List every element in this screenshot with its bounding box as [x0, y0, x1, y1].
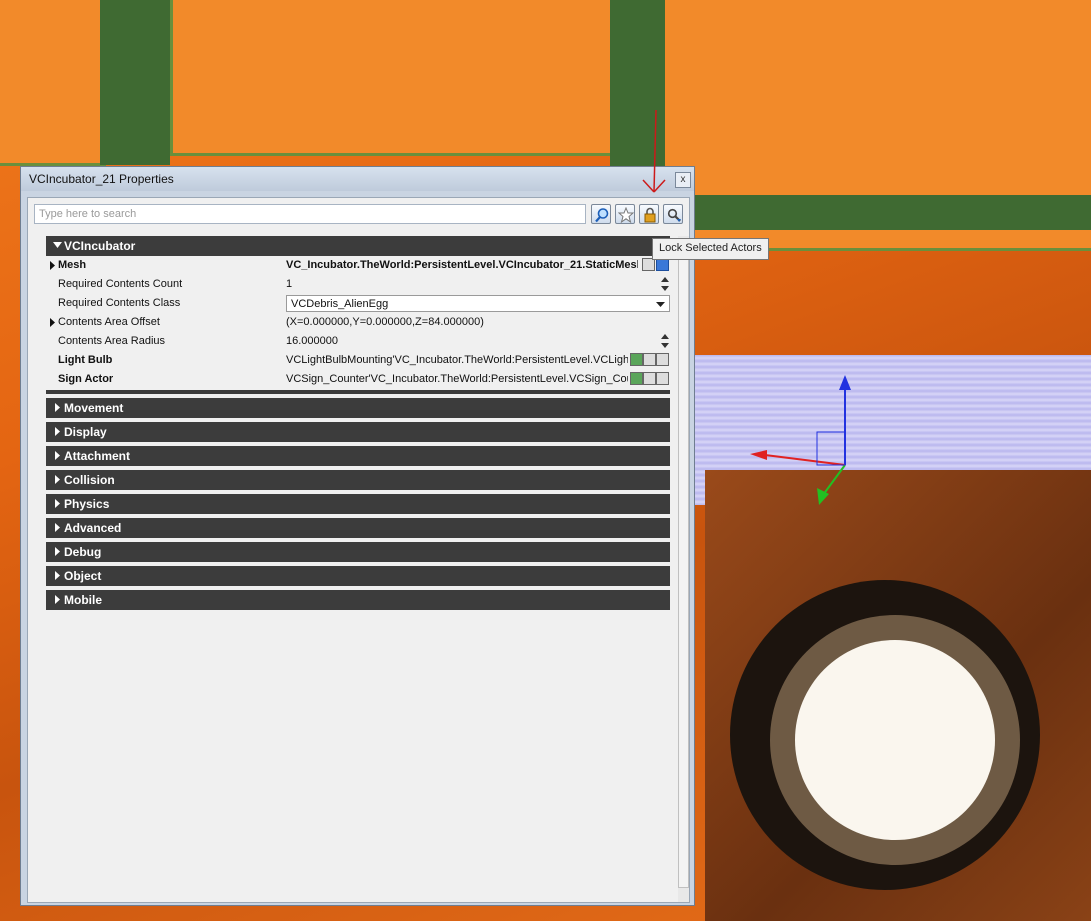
favorite-star-icon — [618, 207, 634, 223]
expand-arrow-icon — [55, 595, 60, 604]
search-input[interactable] — [34, 204, 586, 224]
property-row-mesh[interactable]: Mesh VC_Incubator.TheWorld:PersistentLev… — [46, 256, 670, 275]
search-toolbar — [28, 198, 689, 228]
lock-selected-actors-button[interactable] — [639, 204, 659, 224]
annotation-arrow — [642, 110, 666, 193]
category-footer — [46, 390, 670, 394]
category-collision[interactable]: Collision — [46, 470, 670, 490]
property-grid: VCIncubator Mesh VC_Incubator.TheWorld:P… — [46, 236, 670, 902]
window-titlebar[interactable]: VCIncubator_21 Properties x — [21, 167, 694, 191]
chevron-down-icon — [656, 302, 665, 307]
expand-arrow-icon[interactable] — [49, 261, 57, 270]
category-label: Debug — [64, 545, 102, 559]
category-vcincubator[interactable]: VCIncubator — [46, 236, 670, 256]
viewport-orange-panel — [0, 0, 106, 166]
category-display[interactable]: Display — [46, 422, 670, 442]
favorites-button[interactable] — [615, 204, 635, 224]
category-advanced[interactable]: Advanced — [46, 518, 670, 538]
category-label: Display — [64, 425, 107, 439]
category-object[interactable]: Object — [46, 566, 670, 586]
category-label: Collision — [64, 473, 115, 487]
category-attachment[interactable]: Attachment — [46, 446, 670, 466]
category-physics[interactable]: Physics — [46, 494, 670, 514]
property-row-sign-actor[interactable]: Sign Actor VCSign_Counter'VC_Incubator.T… — [46, 370, 670, 389]
spinner-icon[interactable] — [660, 333, 670, 349]
expand-arrow-icon — [55, 547, 60, 556]
property-row-required-contents-count[interactable]: Required Contents Count 1 — [46, 275, 670, 294]
property-row-contents-area-radius[interactable]: Contents Area Radius 16.000000 — [46, 332, 670, 351]
property-row-contents-area-offset[interactable]: Contents Area Offset (X=0.000000,Y=0.000… — [46, 313, 670, 332]
window-title: VCIncubator_21 Properties — [29, 172, 174, 186]
category-label: Object — [64, 569, 102, 583]
viewport-green-beam — [695, 195, 1091, 230]
expand-arrow-icon — [55, 403, 60, 412]
viewport-green-beam — [100, 0, 170, 165]
close-icon[interactable]: x — [675, 172, 691, 188]
property-name: Mesh — [58, 259, 87, 271]
spinner-icon[interactable] — [660, 276, 670, 292]
expand-arrow-icon — [55, 571, 60, 580]
expand-arrow-icon — [55, 451, 60, 460]
vertical-scrollbar[interactable] — [678, 236, 689, 902]
category-label: Advanced — [64, 521, 122, 535]
lock-icon — [644, 207, 656, 223]
options-button[interactable] — [663, 204, 683, 224]
clear-icon[interactable] — [656, 353, 669, 366]
property-row-required-contents-class[interactable]: Required Contents Class VCDebris_AlienEg… — [46, 294, 670, 313]
properties-window[interactable]: VCIncubator_21 Properties x Type here to… — [20, 166, 695, 906]
property-value[interactable]: 1 — [286, 278, 670, 294]
expand-arrow-icon — [55, 427, 60, 436]
expand-arrow-icon[interactable] — [49, 318, 57, 327]
property-value[interactable]: 16.000000 — [286, 335, 670, 351]
category-label: Attachment — [64, 449, 131, 463]
wrench-options-icon — [667, 208, 681, 222]
clear-icon[interactable] — [656, 372, 669, 385]
property-name: Light Bulb — [58, 354, 113, 366]
expand-arrow-icon — [55, 475, 60, 484]
property-name: Contents Area Offset — [58, 316, 160, 328]
properties-panel: VCIncubator Mesh VC_Incubator.TheWorld:P… — [27, 197, 690, 903]
category-mobile[interactable]: Mobile — [46, 590, 670, 610]
class-select-value: VCDebris_AlienEgg — [291, 298, 389, 310]
category-label: VCIncubator — [64, 239, 136, 253]
property-name: Contents Area Radius — [58, 335, 166, 347]
search-button[interactable] — [591, 204, 611, 224]
expand-arrow-icon — [55, 499, 60, 508]
expand-arrow-icon — [55, 523, 60, 532]
find-icon[interactable] — [643, 353, 656, 366]
category-label: Mobile — [64, 593, 102, 607]
property-value: VCLightBulbMounting'VC_Incubator.TheWorl… — [286, 354, 628, 366]
use-selected-icon[interactable] — [630, 353, 643, 366]
property-name: Required Contents Class — [58, 297, 181, 309]
viewport-orange-panel — [170, 0, 616, 156]
property-name: Sign Actor — [58, 373, 114, 385]
property-value: VC_Incubator.TheWorld:PersistentLevel.VC… — [286, 259, 638, 271]
search-icon — [595, 208, 609, 223]
property-value: (X=0.000000,Y=0.000000,Z=84.000000) — [286, 316, 484, 328]
class-select[interactable]: VCDebris_AlienEgg — [286, 295, 670, 312]
property-name: Required Contents Count — [58, 278, 183, 290]
category-label: Physics — [64, 497, 110, 511]
category-debug[interactable]: Debug — [46, 542, 670, 562]
collapse-arrow-icon — [53, 242, 62, 248]
scrollbar-thumb[interactable] — [678, 248, 689, 888]
tooltip: Lock Selected Actors — [652, 238, 769, 260]
transform-gizmo[interactable] — [745, 370, 865, 510]
property-row-light-bulb[interactable]: Light Bulb VCLightBulbMounting'VC_Incuba… — [46, 351, 670, 370]
category-movement[interactable]: Movement — [46, 398, 670, 418]
category-label: Movement — [64, 401, 124, 415]
property-value: VCSign_Counter'VC_Incubator.TheWorld:Per… — [286, 373, 628, 385]
viewport-lens-glass — [795, 640, 995, 840]
use-selected-icon[interactable] — [630, 372, 643, 385]
find-icon[interactable] — [643, 372, 656, 385]
